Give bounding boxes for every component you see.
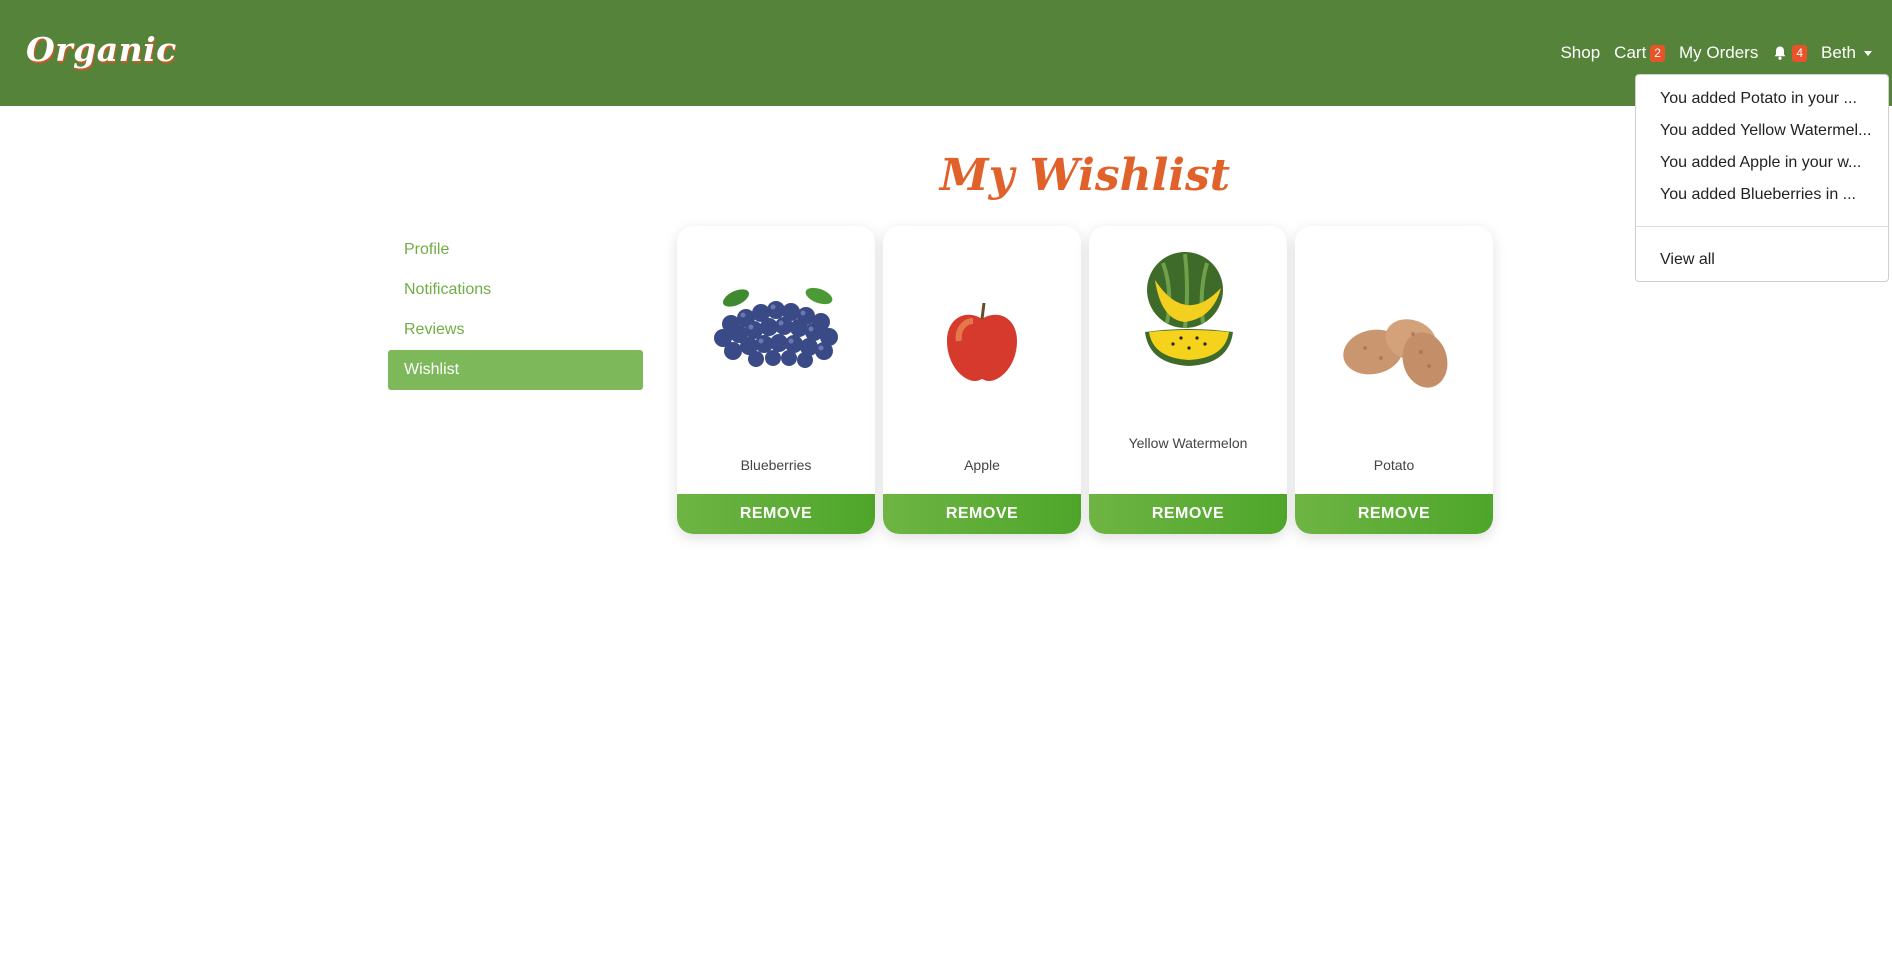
- remove-button[interactable]: REMOVE: [1295, 494, 1493, 534]
- navbar: Organic Shop Cart 2 My Orders 4 Beth: [0, 0, 1892, 106]
- wishlist-card: Yellow Watermelon REMOVE: [1089, 226, 1287, 534]
- wishlist-card: Apple REMOVE: [883, 226, 1081, 534]
- apple-image[interactable]: [893, 236, 1071, 416]
- product-name: Potato: [1373, 457, 1415, 473]
- notifications-toggle[interactable]: 4: [1772, 44, 1808, 62]
- product-name: Yellow Watermelon: [1128, 435, 1248, 451]
- remove-button[interactable]: REMOVE: [677, 494, 875, 534]
- nav-cart-label: Cart: [1614, 43, 1647, 62]
- user-name: Beth: [1821, 43, 1856, 62]
- sidebar: Profile Notifications Reviews Wishlist: [388, 230, 643, 390]
- page-title: My Wishlist: [939, 150, 1231, 201]
- cart-count-badge: 2: [1650, 44, 1665, 62]
- dropdown-divider: [1636, 226, 1888, 227]
- notifications-count-badge: 4: [1792, 44, 1808, 62]
- sidebar-item-profile[interactable]: Profile: [388, 230, 643, 270]
- chevron-down-icon: [1864, 50, 1872, 56]
- user-menu-toggle[interactable]: Beth: [1821, 43, 1872, 63]
- yellow-watermelon-image[interactable]: [1099, 236, 1277, 416]
- nav-shop-link[interactable]: Shop: [1560, 43, 1600, 63]
- product-name: Apple: [964, 457, 1000, 473]
- sidebar-item-notifications[interactable]: Notifications: [388, 270, 643, 310]
- bell-icon: [1772, 45, 1788, 61]
- sidebar-item-reviews[interactable]: Reviews: [388, 310, 643, 350]
- remove-button[interactable]: REMOVE: [1089, 494, 1287, 534]
- view-all-link[interactable]: View all: [1660, 251, 1874, 269]
- nav-cart-link[interactable]: Cart 2: [1614, 43, 1665, 63]
- nav-my-orders-link[interactable]: My Orders: [1679, 43, 1758, 63]
- notification-item[interactable]: You added Yellow Watermel...: [1660, 122, 1874, 140]
- brand-logo[interactable]: Organic: [26, 30, 177, 69]
- wishlist-card: Blueberries REMOVE: [677, 226, 875, 534]
- remove-button[interactable]: REMOVE: [883, 494, 1081, 534]
- blueberries-image[interactable]: [687, 236, 865, 416]
- product-name: Blueberries: [740, 457, 812, 473]
- notification-item[interactable]: You added Potato in your ...: [1660, 90, 1874, 108]
- wishlist-card: Potato REMOVE: [1295, 226, 1493, 534]
- sidebar-item-wishlist[interactable]: Wishlist: [388, 350, 643, 390]
- potato-image[interactable]: [1305, 236, 1483, 416]
